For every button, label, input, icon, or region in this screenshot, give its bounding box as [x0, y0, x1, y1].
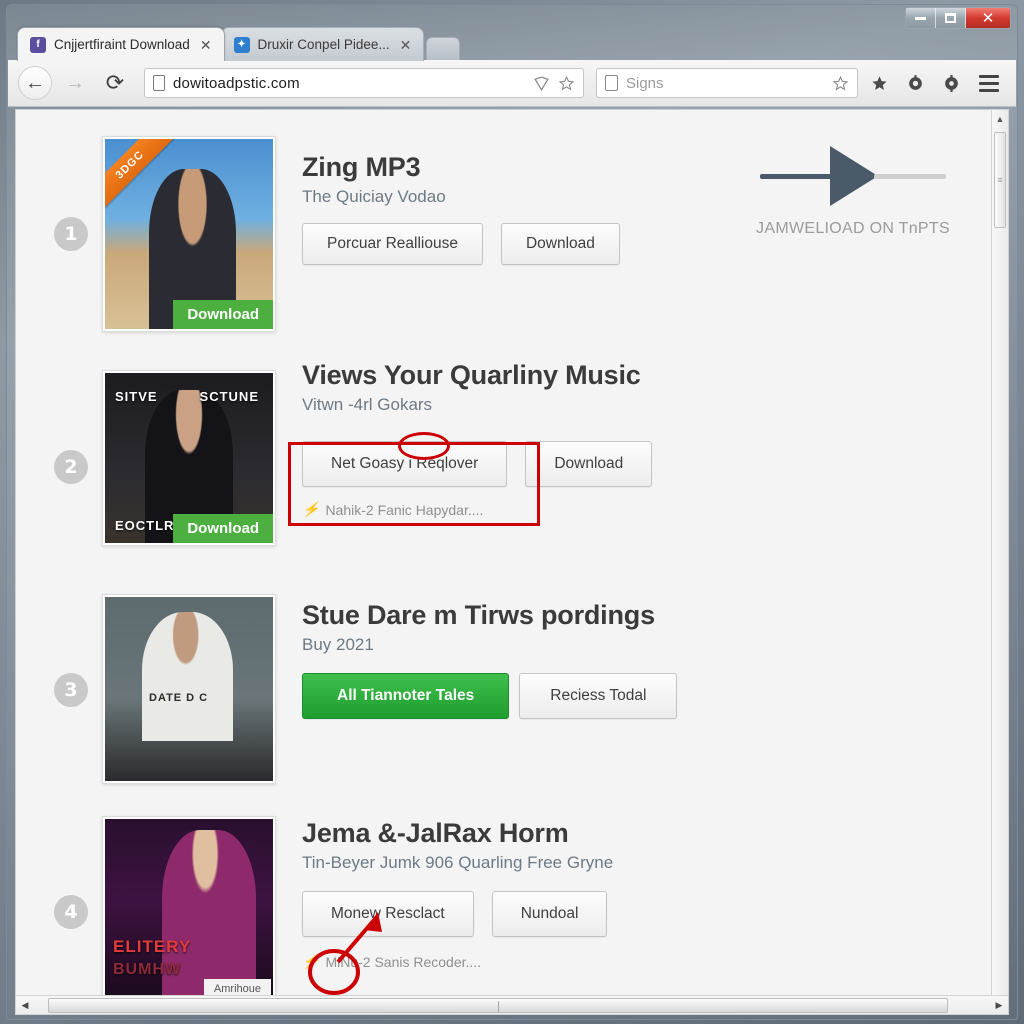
- vertical-scrollbar-thumb[interactable]: ≡: [994, 132, 1006, 228]
- title-bar: ✕ f Cnjjertfiraint Download ✕ ✦ Druxir C…: [7, 5, 1017, 61]
- bolt-icon: ⚡: [302, 501, 320, 517]
- browser-toolbar: ← → ⟳ dowitoadpstic.com Signs: [8, 60, 1016, 107]
- scroll-left-icon[interactable]: ◀: [16, 1000, 34, 1011]
- tab-0-title: Cnjjertfiraint Download: [54, 37, 190, 52]
- row-caption: ⚡ Nahik-2 Fanic Hapydar....: [302, 501, 652, 518]
- tab-strip: f Cnjjertfiraint Download ✕ ✦ Druxir Con…: [17, 25, 461, 61]
- minimize-button[interactable]: [906, 8, 936, 28]
- bolt-icon: ⚡: [302, 953, 320, 969]
- thumb-overlay-text-1: ELITERY: [113, 937, 192, 956]
- row-buttons: All Tiannoter Tales Reciess Todal: [302, 673, 678, 719]
- row-thumbnail-2[interactable]: SITVE SCTUNE EOCTLR Download: [102, 370, 276, 546]
- horizontal-scrollbar[interactable]: ◀ ▶: [15, 995, 1009, 1015]
- row-thumbnail-1[interactable]: 3DGC Download: [102, 136, 276, 332]
- thumb-overlay-text-1: DATE D C: [149, 692, 209, 704]
- row-subtitle: Buy 2021: [302, 635, 374, 654]
- scroll-up-icon[interactable]: ▲: [992, 110, 1008, 128]
- tab-0-close-icon[interactable]: ✕: [198, 38, 214, 52]
- bookmark-star-icon[interactable]: [558, 75, 575, 92]
- scroll-right-icon[interactable]: ▶: [990, 1000, 1008, 1011]
- row-content-2: Views Your Quarliny Music Vitwn -4rl Gok…: [302, 360, 653, 518]
- secondary-action-button[interactable]: Reciess Todal: [519, 673, 678, 719]
- new-tab-button[interactable]: [426, 37, 461, 61]
- hamburger-menu-icon[interactable]: [974, 68, 1004, 98]
- row-caption: ⚡ MiNu-2 Sanis Recoder....: [302, 953, 613, 970]
- row-title: Zing MP3: [302, 152, 421, 182]
- row-buttons: Net Goasy i Reqlover Download: [302, 441, 653, 487]
- browser-window: ✕ f Cnjjertfiraint Download ✕ ✦ Druxir C…: [6, 4, 1018, 1020]
- twitter-icon: ✦: [233, 36, 250, 53]
- row-number-4: 4: [54, 895, 88, 929]
- thumb-overlay-text-2: BUMHW: [113, 961, 182, 978]
- row-subtitle: Vitwn -4rl Gokars: [302, 395, 433, 414]
- primary-action-button[interactable]: All Tiannoter Tales: [302, 673, 510, 719]
- search-placeholder: Signs: [626, 74, 664, 92]
- close-icon: ✕: [981, 8, 995, 27]
- list-item: 1 3DGC Download Zing MP3 The Quiciay Vod…: [16, 124, 991, 344]
- row-number-2: 2: [54, 450, 88, 484]
- list-item: 3 DATE D C Stue Dare m Tirws pordings Bu…: [16, 580, 991, 800]
- forward-button[interactable]: →: [58, 66, 92, 100]
- row-thumbnail-4[interactable]: ELITERY BUMHW Amrihoue: [102, 816, 276, 996]
- maximize-button[interactable]: [936, 8, 966, 28]
- download-button[interactable]: Download: [525, 441, 653, 487]
- thumb-download-badge[interactable]: Download: [173, 514, 273, 543]
- page-viewport: JAMWELIOAD ON TnPTS 1 3DGC Download Zing…: [15, 109, 1009, 997]
- tab-1-title: Druxir Conpel Pidee...: [257, 37, 390, 52]
- primary-action-button[interactable]: Monew Resclact: [302, 891, 474, 937]
- row-buttons: Monew Resclact Nundoal: [302, 891, 613, 937]
- back-button[interactable]: ←: [18, 66, 52, 100]
- thumb-download-badge[interactable]: Download: [173, 300, 273, 329]
- address-bar[interactable]: dowitoadpstic.com: [144, 68, 584, 98]
- window-controls: ✕: [905, 7, 1011, 29]
- page-info-icon[interactable]: [153, 75, 165, 91]
- row-content-3: Stue Dare m Tirws pordings Buy 2021 All …: [302, 600, 678, 719]
- vertical-scrollbar[interactable]: ▲ ≡: [991, 109, 1009, 997]
- search-box[interactable]: Signs: [596, 68, 858, 98]
- gear-icon-2[interactable]: [936, 68, 966, 98]
- primary-action-button[interactable]: Porcuar Realliouse: [302, 223, 483, 265]
- bookmarks-star-icon[interactable]: [864, 68, 894, 98]
- row-title: Stue Dare m Tirws pordings: [302, 600, 655, 630]
- tab-1-close-icon[interactable]: ✕: [398, 38, 414, 52]
- row-title: Jema &-JalRax Horm: [302, 818, 569, 848]
- thumb-overlay-text-1: SITVE: [115, 389, 158, 404]
- download-button[interactable]: Download: [500, 223, 620, 265]
- row-title: Views Your Quarliny Music: [302, 360, 641, 390]
- maximize-icon: [945, 13, 956, 23]
- search-star-icon[interactable]: [832, 75, 849, 92]
- row-subtitle: The Quiciay Vodao: [302, 187, 446, 206]
- primary-action-button[interactable]: Net Goasy i Reqlover: [302, 441, 508, 487]
- list-item: 4 ELITERY BUMHW Amrihoue Jema &-JalRax H…: [16, 802, 991, 996]
- tab-1[interactable]: ✦ Druxir Conpel Pidee... ✕: [220, 27, 425, 61]
- facebook-icon: f: [30, 36, 46, 53]
- row-content-1: Zing MP3 The Quiciay Vodao Porcuar Reall…: [302, 152, 620, 265]
- url-text: dowitoadpstic.com: [173, 74, 300, 92]
- page-content: JAMWELIOAD ON TnPTS 1 3DGC Download Zing…: [16, 110, 991, 996]
- secondary-action-button[interactable]: Nundoal: [491, 891, 608, 937]
- minimize-icon: [915, 16, 926, 20]
- horizontal-scroll-track[interactable]: [34, 997, 990, 1013]
- row-number-3: 3: [54, 673, 88, 707]
- document-icon: [605, 75, 618, 91]
- tab-0[interactable]: f Cnjjertfiraint Download ✕: [17, 27, 225, 61]
- close-button[interactable]: ✕: [966, 8, 1010, 28]
- row-caption-text: MiNu-2 Sanis Recoder....: [325, 953, 482, 970]
- scrollbar-grip: [498, 1000, 499, 1012]
- row-thumbnail-3[interactable]: DATE D C: [102, 594, 276, 784]
- row-caption-text: Nahik-2 Fanic Hapydar....: [325, 501, 484, 518]
- thumb-overlay-text-2: SCTUNE: [199, 389, 259, 404]
- thumb-overlay-text-3: EOCTLR: [115, 518, 175, 533]
- row-content-4: Jema &-JalRax Horm Tin-Beyer Jumk 906 Qu…: [302, 818, 613, 970]
- horizontal-scrollbar-thumb[interactable]: [48, 997, 948, 1013]
- row-subtitle: Tin-Beyer Jumk 906 Quarling Free Gryne: [302, 853, 614, 872]
- list-item: 2 SITVE SCTUNE EOCTLR Download Views You…: [16, 350, 991, 570]
- row-number-1: 1: [54, 217, 88, 251]
- shield-icon[interactable]: [533, 75, 550, 92]
- row-buttons: Porcuar Realliouse Download: [302, 223, 620, 265]
- reload-button[interactable]: ⟳: [98, 66, 132, 100]
- gear-icon-1[interactable]: [900, 68, 930, 98]
